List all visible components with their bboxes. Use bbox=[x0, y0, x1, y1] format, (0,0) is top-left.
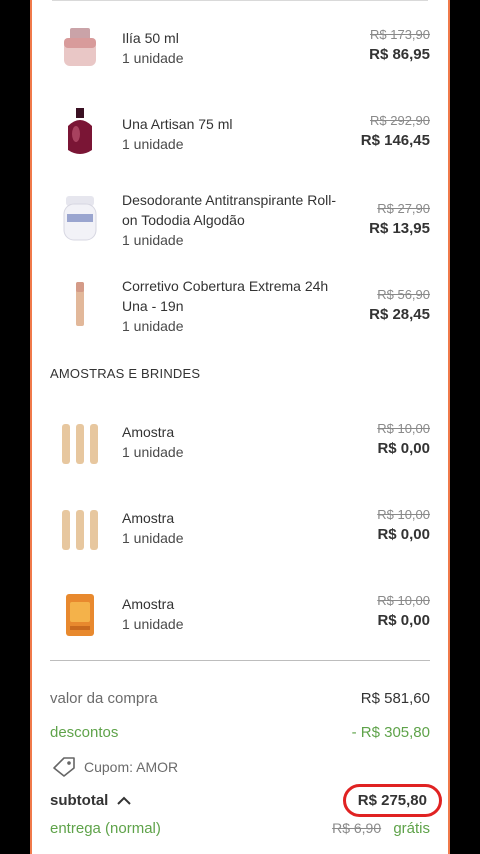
concealer-tube-icon bbox=[76, 282, 84, 326]
sample-quantity: 1 unidade bbox=[122, 444, 184, 460]
sample-quantity: 1 unidade bbox=[122, 530, 184, 546]
item-old-price: R$ 173,90 bbox=[370, 27, 430, 42]
purchase-label: valor da compra bbox=[50, 690, 158, 707]
purchase-value: R$ 581,60 bbox=[360, 690, 430, 707]
item-name: Desodorante Antitranspirante Roll-on Tod… bbox=[122, 192, 337, 228]
shipping-value: grátis bbox=[393, 820, 430, 837]
coupon-row: Cupom: AMOR bbox=[52, 756, 178, 778]
coupon-label: Cupom: AMOR bbox=[84, 759, 179, 775]
subtotal-toggle[interactable]: subtotal bbox=[50, 792, 132, 809]
item-price: R$ 28,45 bbox=[369, 306, 430, 323]
shipping-old-price: R$ 6,90 bbox=[332, 820, 382, 836]
shipping-label: entrega (normal) bbox=[50, 820, 161, 837]
perfume-bottle-burgundy-icon bbox=[68, 108, 92, 154]
item-quantity: 1 unidade bbox=[122, 232, 184, 248]
sample-old-price: R$ 10,00 bbox=[377, 421, 430, 436]
shipping-row: entrega (normal) R$ 6,90 grátis bbox=[50, 820, 430, 837]
subtotal-row[interactable]: subtotal R$ 275,80 bbox=[50, 784, 442, 817]
item-old-price: R$ 56,90 bbox=[377, 287, 430, 302]
item-price: R$ 13,95 bbox=[369, 220, 430, 237]
cart-panel: Ilía 50 ml 1 unidade R$ 173,90 R$ 86,95 … bbox=[30, 0, 450, 854]
chevron-up-icon bbox=[117, 796, 132, 805]
sample-old-price: R$ 10,00 bbox=[377, 593, 430, 608]
item-price: R$ 146,45 bbox=[360, 132, 430, 149]
sample-sachet-icon bbox=[66, 594, 94, 636]
discount-label: descontos bbox=[50, 724, 119, 741]
item-quantity: 1 unidade bbox=[122, 50, 184, 66]
subtotal-value: R$ 275,80 bbox=[342, 784, 442, 817]
item-old-price: R$ 292,90 bbox=[370, 113, 430, 128]
sample-vials-icon bbox=[62, 510, 98, 550]
item-name: Corretivo Cobertura Extrema 24h Una - 19… bbox=[122, 278, 329, 314]
rollon-deodorant-icon bbox=[63, 196, 97, 241]
sample-name: Amostra bbox=[122, 596, 175, 612]
perfume-bottle-pink-icon bbox=[64, 28, 96, 66]
sample-name: Amostra bbox=[122, 510, 175, 526]
item-quantity: 1 unidade bbox=[122, 136, 184, 152]
tag-icon bbox=[53, 757, 75, 777]
item-name: Una Artisan 75 ml bbox=[122, 116, 233, 132]
discount-value: - R$ 305,80 bbox=[351, 724, 430, 741]
summary-divider bbox=[50, 660, 430, 661]
sample-price: R$ 0,00 bbox=[377, 612, 430, 629]
sample-quantity: 1 unidade bbox=[122, 616, 184, 632]
subtotal-label: subtotal bbox=[50, 792, 109, 809]
sample-old-price: R$ 10,00 bbox=[377, 507, 430, 522]
sample-price: R$ 0,00 bbox=[377, 526, 430, 543]
sample-name: Amostra bbox=[122, 424, 175, 440]
samples-section-title: AMOSTRAS E BRINDES bbox=[50, 366, 201, 381]
item-name: Ilía 50 ml bbox=[122, 30, 179, 46]
sample-vials-icon bbox=[62, 424, 98, 464]
discount-row: descontos - R$ 305,80 bbox=[50, 724, 430, 741]
purchase-value-row: valor da compra R$ 581,60 bbox=[50, 690, 430, 707]
item-old-price: R$ 27,90 bbox=[377, 201, 430, 216]
sample-price: R$ 0,00 bbox=[377, 440, 430, 457]
item-quantity: 1 unidade bbox=[122, 318, 184, 334]
top-divider bbox=[52, 0, 428, 1]
item-price: R$ 86,95 bbox=[369, 46, 430, 63]
